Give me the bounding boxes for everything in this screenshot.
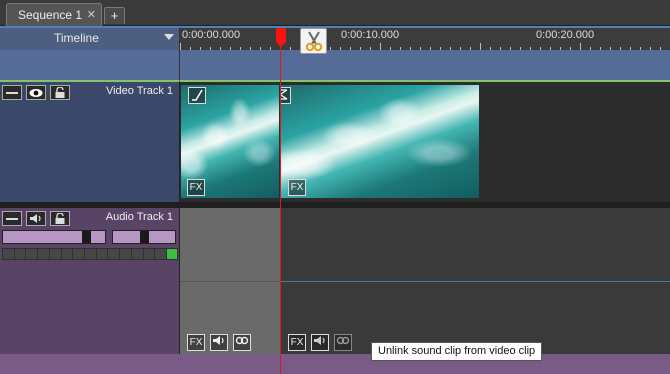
ruler-tick — [480, 43, 481, 50]
fx-button[interactable]: FX — [288, 179, 306, 196]
ruler-label-20: 0:00:20.000 — [536, 29, 595, 41]
lock-icon[interactable] — [50, 211, 70, 226]
video-clip-1[interactable]: FX — [181, 85, 279, 198]
meter-cell — [38, 249, 49, 259]
volume-slider-handle[interactable] — [82, 231, 91, 243]
meter-cell — [3, 249, 14, 259]
meter-cell — [26, 249, 38, 259]
timeline-window: Sequence 1 ✕ + Timeline 0:00:00.000 0:00… — [0, 0, 670, 374]
speaker-icon[interactable] — [26, 211, 46, 226]
ruler-tick — [380, 43, 381, 50]
meter-cell — [108, 249, 120, 259]
bottom-bar — [0, 354, 670, 374]
meter-cell — [61, 249, 73, 259]
playhead-tip — [276, 42, 286, 47]
speaker-icon[interactable] — [311, 334, 329, 351]
meter-peak-indicator — [167, 249, 178, 259]
pan-slider-handle[interactable] — [140, 231, 149, 243]
pan-slider[interactable] — [112, 230, 176, 244]
close-tab-icon[interactable]: ✕ — [87, 4, 96, 26]
playhead-line[interactable] — [280, 30, 281, 374]
video-track-header: Video Track 1 — [0, 80, 180, 202]
meter-cell — [73, 249, 85, 259]
unlink-icon[interactable] — [334, 334, 352, 351]
ruler-tick — [580, 43, 581, 50]
timeline-header[interactable]: Timeline — [0, 28, 180, 50]
fx-button[interactable]: FX — [288, 334, 306, 351]
tab-sequence-1[interactable]: Sequence 1 ✕ — [6, 3, 102, 26]
fx-button[interactable]: FX — [187, 334, 205, 351]
link-icon[interactable] — [233, 334, 251, 351]
fade-icon[interactable] — [188, 87, 206, 104]
tab-label: Sequence 1 — [18, 8, 83, 22]
ruler-label-10: 0:00:10.000 — [341, 29, 400, 41]
meter-cell — [143, 249, 155, 259]
audio-lane-divider — [180, 281, 280, 282]
meter-cell — [85, 249, 96, 259]
meter-cell — [120, 249, 131, 259]
audio-track-name: Audio Track 1 — [105, 211, 173, 223]
video-clip-2[interactable]: FX — [281, 85, 479, 198]
transition-icon[interactable] — [281, 87, 291, 104]
meter-cell — [131, 249, 143, 259]
video-track-name: Video Track 1 — [105, 85, 173, 97]
audio-level-meter — [2, 248, 178, 260]
marker-lane-header — [0, 50, 180, 80]
time-ruler[interactable]: 0:00:00.000 0:00:10.000 0:00:20.000 — [180, 28, 670, 50]
marker-lane[interactable] — [180, 50, 670, 80]
chevron-down-icon[interactable] — [164, 34, 174, 40]
tab-bar: Sequence 1 ✕ + — [0, 0, 670, 26]
fx-button[interactable]: FX — [187, 179, 205, 196]
meter-cell — [49, 249, 61, 259]
meter-cell — [155, 249, 167, 259]
volume-slider[interactable] — [2, 230, 106, 244]
video-thumbnail — [281, 85, 479, 198]
ruler-label-0: 0:00:00.000 — [182, 29, 241, 41]
tooltip: Unlink sound clip from video clip — [371, 342, 543, 361]
speaker-icon[interactable] — [210, 334, 228, 351]
add-tab-button[interactable]: + — [104, 7, 125, 24]
meter-cell — [14, 249, 26, 259]
collapse-icon[interactable] — [2, 85, 22, 100]
timeline-label: Timeline — [54, 31, 99, 45]
lock-icon[interactable] — [50, 85, 70, 100]
audio-lane-divider — [280, 281, 670, 282]
collapse-icon[interactable] — [2, 211, 22, 226]
meter-cell — [96, 249, 108, 259]
eye-icon[interactable] — [26, 85, 46, 100]
ruler-tick — [180, 43, 181, 50]
scissors-icon[interactable] — [300, 28, 327, 54]
playhead-handle[interactable] — [276, 28, 286, 42]
